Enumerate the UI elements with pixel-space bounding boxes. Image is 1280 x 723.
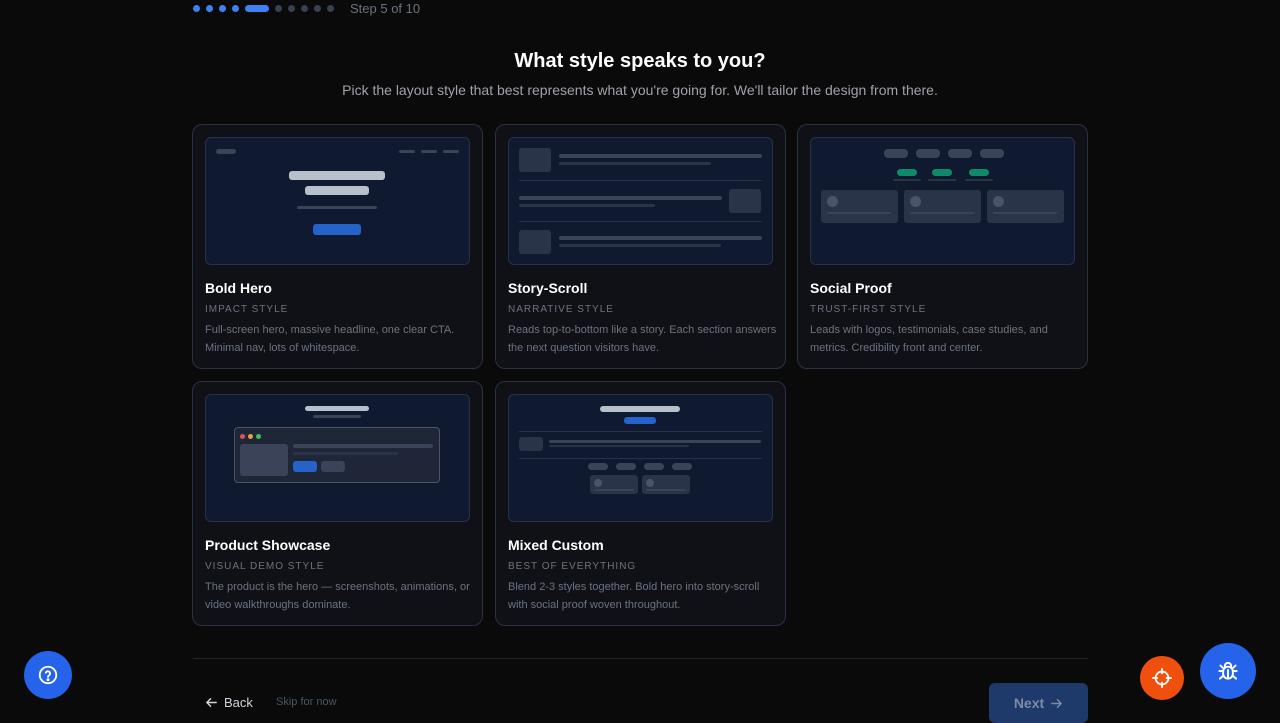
back-button[interactable]: Back [205,695,253,710]
bug-icon [1218,661,1238,680]
next-button[interactable]: Next [989,683,1088,723]
card-tag: NARRATIVE STYLE [508,304,614,315]
progress-dot [288,4,295,12]
progress-dot [219,4,226,12]
page-subtitle: Pick the layout style that best represen… [342,82,938,98]
help-circle-icon [38,665,58,685]
card-description: Reads top-to-bottom like a story. Each s… [508,324,777,354]
card-title: Story-Scroll [508,280,588,296]
arrow-left-icon [206,698,217,707]
style-card-product-showcase[interactable]: Product Showcase VISUAL DEMO STYLE The p… [192,381,483,626]
skip-link[interactable]: Skip for now [276,696,337,708]
step-label: Step 5 of 10 [350,0,421,16]
step-progress: Step 5 of 10 [193,0,421,16]
progress-dot [232,4,239,12]
bold-hero-preview [205,137,470,265]
progress-dot-current [245,4,269,12]
card-description: The product is the hero — screenshots, a… [205,581,470,611]
mixed-custom-preview [508,394,773,522]
product-showcase-preview [205,394,470,522]
footer-divider [193,658,1088,659]
help-button[interactable] [24,651,72,699]
card-description: Blend 2-3 styles together. Bold hero int… [508,581,760,611]
card-tag: IMPACT STYLE [205,304,289,315]
progress-dot [314,4,321,12]
back-label: Back [224,695,253,710]
page-title: What style speaks to you? [514,50,766,72]
progress-dot [193,4,200,12]
story-scroll-preview [508,137,773,265]
card-title: Bold Hero [205,280,272,296]
card-description: Leads with logos, testimonials, case stu… [810,324,1048,354]
style-card-mixed-custom[interactable]: Mixed Custom BEST OF EVERYTHING Blend 2-… [495,381,786,626]
bug-report-button[interactable] [1200,643,1256,699]
card-description: Full-screen hero, massive headline, one … [205,324,455,354]
next-label: Next [1013,695,1045,711]
card-title: Social Proof [810,280,892,296]
card-tag: BEST OF EVERYTHING [508,561,637,572]
social-proof-preview [810,137,1075,265]
crosshair-button[interactable] [1140,656,1184,700]
card-title: Product Showcase [205,537,331,553]
style-card-story-scroll[interactable]: Story-Scroll NARRATIVE STYLE Reads top-t… [495,124,786,369]
progress-dot [301,4,308,12]
card-tag: TRUST-FIRST STYLE [810,304,927,315]
style-card-bold-hero[interactable]: Bold Hero IMPACT STYLE Full-screen hero,… [192,124,483,369]
progress-dot [206,4,213,12]
card-tag: VISUAL DEMO STYLE [205,561,325,572]
style-card-social-proof[interactable]: Social Proof TRUST-FIRST STYLE Leads wit… [797,124,1088,369]
card-title: Mixed Custom [508,537,604,553]
progress-dot [327,4,334,12]
crosshair-icon [1151,667,1173,689]
progress-dot [275,4,282,12]
arrow-right-icon [1051,698,1063,708]
